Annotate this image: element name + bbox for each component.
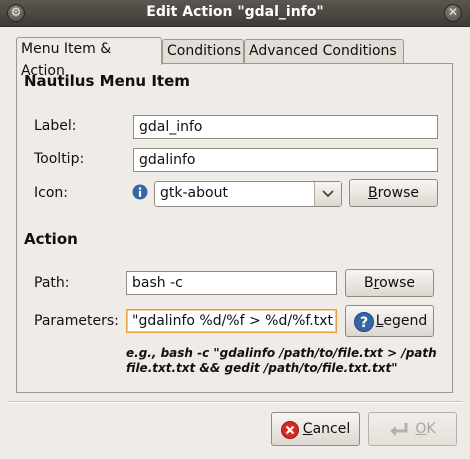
close-window-button[interactable]: ✕ <box>444 4 462 22</box>
browse-label-post: rowse <box>377 185 419 201</box>
legend-label-post: egend <box>383 313 428 329</box>
section-title-action: Action <box>24 230 78 248</box>
tab-label: Conditions <box>167 43 242 59</box>
cancel-button[interactable]: Cancel <box>271 412 360 446</box>
icon-combo[interactable]: gtk-about <box>154 181 342 207</box>
parameters-input[interactable]: "gdalinfo %d/%f > %d/%f.txt & <box>126 309 337 333</box>
legend-button[interactable]: ? Legend <box>345 305 434 337</box>
path-browse-button[interactable]: Browse <box>345 269 434 297</box>
path-input[interactable]: bash -c <box>126 271 337 295</box>
ok-button[interactable]: OK <box>368 412 457 446</box>
cancel-label-post: ancel <box>312 421 351 437</box>
info-icon <box>132 184 148 200</box>
tab-advanced-conditions[interactable]: Advanced Conditions <box>244 39 404 63</box>
path-caption: Path: <box>34 275 70 291</box>
ok-arrow-icon <box>390 423 408 436</box>
label-input[interactable]: gdal_info <box>133 115 438 139</box>
ok-label-post: K <box>426 421 436 437</box>
edit-action-dialog: ⚙ Edit Action "gdal_info" ✕ Menu Item & … <box>0 0 470 459</box>
parameters-hint-line-1: e.g., bash -c "gdalinfo /path/to/file.tx… <box>126 346 437 360</box>
tab-conditions[interactable]: Conditions <box>162 39 244 63</box>
window-title: Edit Action "gdal_info" <box>146 4 324 20</box>
tab-label: Advanced Conditions <box>249 43 397 59</box>
tooltip-caption: Tooltip: <box>34 151 85 167</box>
footer-separator <box>8 401 462 403</box>
path-browse-pre: B <box>364 275 374 291</box>
tab-panel <box>16 63 453 393</box>
ok-mnemonic: O <box>415 421 427 437</box>
icon-combo-value: gtk-about <box>160 185 228 201</box>
parameters-caption: Parameters: <box>34 313 119 329</box>
path-browse-post: owse <box>379 275 415 291</box>
svg-text:?: ? <box>360 315 368 331</box>
tooltip-input[interactable]: gdalinfo <box>133 148 438 172</box>
cancel-icon <box>281 421 299 439</box>
browse-mnemonic: B <box>368 185 378 201</box>
title-bar[interactable]: ⚙ Edit Action "gdal_info" ✕ <box>0 0 470 27</box>
icon-browse-button[interactable]: Browse <box>349 179 438 207</box>
label-caption: Label: <box>34 118 77 134</box>
help-icon: ? <box>354 312 374 332</box>
icon-combo-dropdown[interactable] <box>314 182 341 206</box>
chevron-down-icon <box>322 190 334 198</box>
tab-menu-item-action[interactable]: Menu Item & Action <box>16 37 162 79</box>
parameters-hint-line-2: file.txt.txt && gedit /path/to/file.txt.… <box>126 361 398 375</box>
icon-caption: Icon: <box>34 185 68 201</box>
close-icon: ✕ <box>447 5 459 19</box>
cancel-mnemonic: C <box>302 421 313 437</box>
